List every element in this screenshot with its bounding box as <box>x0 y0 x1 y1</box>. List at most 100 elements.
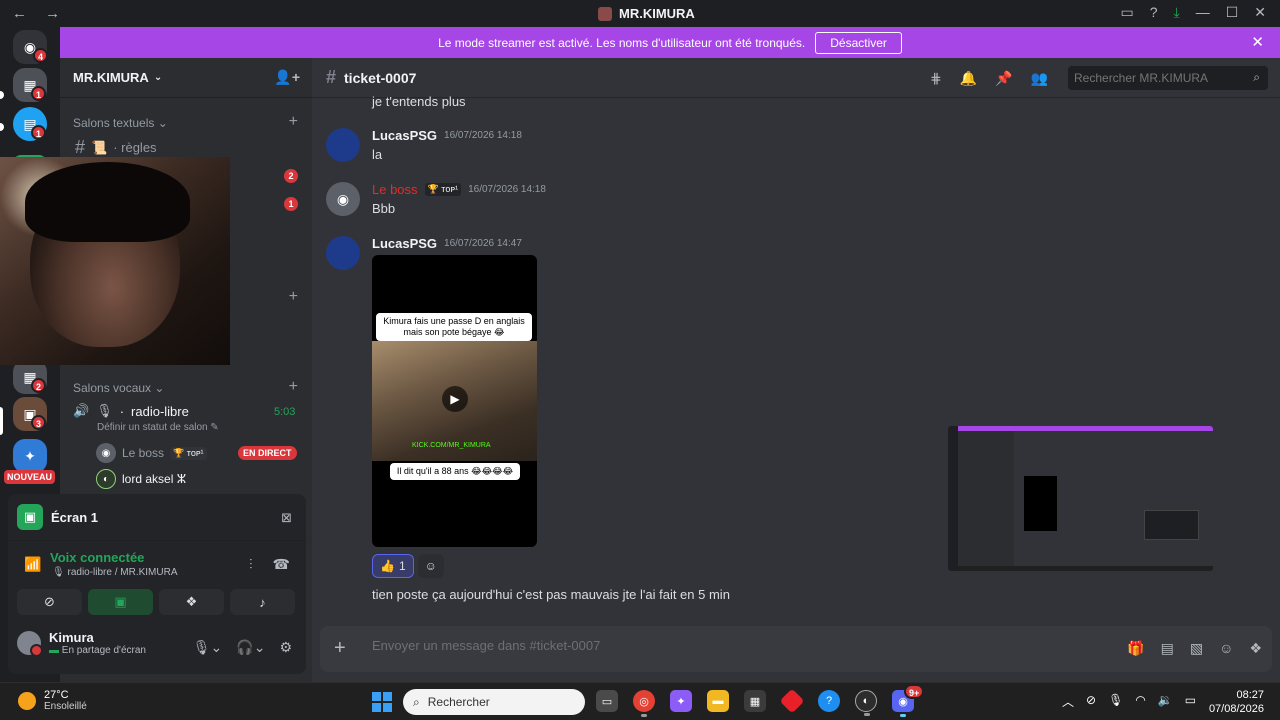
maximize-button[interactable]: ☐ <box>1226 4 1239 21</box>
microsoft-store-icon[interactable]: ▦ <box>744 690 766 712</box>
stream-preview[interactable] <box>948 426 1213 571</box>
activities-icon: ❖ <box>185 594 198 609</box>
search-input[interactable] <box>1068 66 1268 90</box>
forward-button[interactable]: → <box>45 5 60 22</box>
file-explorer-icon[interactable]: ▬ <box>707 690 729 712</box>
taskbar-apps: ▭ ◎ ✦ ▬ ▦ ? ◐ ◉ 9+ <box>596 684 925 717</box>
disable-streamer-mode-button[interactable]: Désactiver <box>815 31 902 54</box>
text-channels-category[interactable]: Salons textuels ⌄ <box>73 116 168 130</box>
channel-rules[interactable]: # 📜 · règles <box>75 137 157 158</box>
close-icon[interactable]: ✕ <box>1251 33 1264 51</box>
reactions: 👍 1 ☺ <box>372 554 444 578</box>
clock[interactable]: 08:27 07/08/2026 <box>1209 688 1264 716</box>
running-indicator <box>641 714 647 717</box>
help-icon[interactable]: ? <box>1150 4 1158 21</box>
network-off-icon[interactable]: ⊘ <box>1086 693 1096 710</box>
microphone-icon[interactable]: 🎙⌄ <box>193 639 223 656</box>
add-voice-channel-icon[interactable]: + <box>289 378 298 396</box>
volume-icon[interactable]: 🔉 <box>1158 693 1173 710</box>
noise-suppression-icon[interactable]: ⫶ <box>249 556 253 573</box>
discord-taskbar-icon[interactable]: ◉ 9+ <box>892 684 925 717</box>
user-area[interactable]: Kimura ▬ En partage d'écran <box>17 630 146 657</box>
new-server-label: NOUVEAU <box>4 470 56 484</box>
composer-tools: 🎁 ▤ ▧ ☺ ❖ <box>1127 640 1262 657</box>
plus-icon[interactable]: + <box>334 637 346 660</box>
disconnect-icon[interactable]: ☎ <box>273 556 290 573</box>
stream-voice-panel: ▣ Écran 1 ⊠ 📶 Voix connectée 🎙 radio-lib… <box>8 494 306 674</box>
play-icon[interactable]: ▶ <box>442 386 468 412</box>
gif-icon[interactable]: ▤ <box>1161 640 1174 657</box>
server-icon-kimura[interactable]: ▣ 3 <box>13 397 47 431</box>
message-author[interactable]: LucasPSG <box>372 128 437 143</box>
app-red-icon[interactable] <box>779 688 805 714</box>
wifi-icon[interactable]: ◠ <box>1135 693 1145 710</box>
server-icon-4[interactable]: ▦ 2 <box>13 360 47 394</box>
video-attachment[interactable]: Kimura fais une passe D en anglais mais … <box>372 255 537 547</box>
start-button[interactable] <box>372 692 392 712</box>
voice-user-lord-aksel[interactable]: ◐ lord aksel ⵣ <box>96 469 186 489</box>
download-icon[interactable]: ⤓ <box>1174 4 1180 21</box>
server-header[interactable]: MR.KIMURA ⌄ 👤+ <box>60 58 312 98</box>
copilot-icon[interactable]: ✦ <box>670 690 692 712</box>
minimize-button[interactable]: — <box>1196 4 1210 21</box>
reaction-thumbs-up[interactable]: 👍 1 <box>372 554 414 578</box>
emoji-icon[interactable]: ☺ <box>1219 640 1233 657</box>
task-view-icon[interactable]: ▭ <box>596 690 618 712</box>
camera-off-button[interactable]: ⊘ <box>17 589 82 615</box>
battery-icon[interactable]: ▭ <box>1185 693 1196 710</box>
server-icon-1[interactable]: ▦ 1 <box>13 68 47 102</box>
avatar[interactable] <box>326 128 360 162</box>
pin-icon[interactable]: 📌 <box>995 70 1012 87</box>
chevron-up-icon[interactable]: ︿ <box>1062 693 1074 710</box>
home-discord-icon[interactable]: ◉ 4 <box>13 30 49 64</box>
message-text: je t'entends plus <box>372 94 466 109</box>
headphones-icon[interactable]: 🎧⌄ <box>236 639 265 656</box>
windows-logo-icon <box>383 692 392 701</box>
stop-stream-icon[interactable]: ⊠ <box>281 510 292 526</box>
live-badge[interactable]: EN DIRECT <box>238 446 297 460</box>
user-status-text: En partage d'écran <box>61 645 146 656</box>
apps-icon[interactable]: ❖ <box>1249 640 1262 657</box>
set-channel-status[interactable]: Définir un statut de salon ✎ <box>97 422 219 433</box>
server-icon-new[interactable]: ✦ <box>13 439 47 473</box>
voice-controls: ⫶ ☎ <box>249 556 290 573</box>
voice-channel-radio-libre[interactable]: 🔊 🎙 · radio-libre <box>73 403 189 419</box>
weather-widget[interactable]: 27°C Ensoleillé <box>18 689 87 712</box>
inbox-icon[interactable]: ▭ <box>1120 4 1133 21</box>
microphone-icon[interactable]: 🎙 <box>1108 693 1123 710</box>
message-author[interactable]: Le boss <box>372 182 418 197</box>
add-reaction-button[interactable]: ☺ <box>417 554 444 578</box>
avatar[interactable] <box>326 236 360 270</box>
server-icon-2[interactable]: ▤ 1 <box>13 107 47 141</box>
screen-share-button[interactable]: ▣ <box>88 589 153 615</box>
taskbar-search[interactable]: ⌕ Rechercher <box>403 689 585 715</box>
soundboard-button[interactable]: ♪ <box>230 589 295 615</box>
back-button[interactable]: ← <box>12 5 27 22</box>
avatar[interactable]: ◉ <box>326 182 360 216</box>
gear-icon[interactable]: ⚙ <box>279 639 292 656</box>
chrome-icon[interactable]: ◎ <box>633 690 655 717</box>
bell-icon[interactable]: 🔔 <box>960 70 977 87</box>
threads-icon[interactable]: ⋕ <box>930 70 942 87</box>
gift-icon[interactable]: 🎁 <box>1127 640 1144 657</box>
reaction-emoji: 👍 <box>380 559 395 573</box>
add-text-channel-icon[interactable]: + <box>289 113 298 131</box>
message-author[interactable]: LucasPSG <box>372 236 437 251</box>
obs-icon[interactable]: ◐ <box>855 690 877 716</box>
voice-channels-category[interactable]: Salons vocaux ⌄ <box>73 381 164 395</box>
add-channel-icon[interactable]: + <box>289 288 298 306</box>
user-avatar <box>17 631 43 657</box>
streamer-mode-text: Le mode streamer est activé. Les noms d'… <box>438 35 806 50</box>
help-app-icon[interactable]: ? <box>818 690 840 712</box>
members-icon[interactable]: 👥 <box>1031 70 1048 87</box>
status-prompt-text: Définir un statut de salon <box>97 422 208 433</box>
voice-connected-title[interactable]: Voix connectée <box>50 550 144 565</box>
soundboard-icon: ♪ <box>259 594 266 610</box>
voice-user-le-boss[interactable]: ◉ Le boss 🏆 ᴛᴏᴘ¹ <box>96 443 207 463</box>
message-input[interactable] <box>372 638 972 653</box>
screen-share-row[interactable]: ▣ Écran 1 <box>17 504 98 530</box>
sticker-icon[interactable]: ▧ <box>1190 640 1203 657</box>
close-window-button[interactable]: ✕ <box>1254 4 1266 21</box>
activities-button[interactable]: ❖ <box>159 589 224 615</box>
invite-people-icon[interactable]: 👤+ <box>274 69 300 86</box>
